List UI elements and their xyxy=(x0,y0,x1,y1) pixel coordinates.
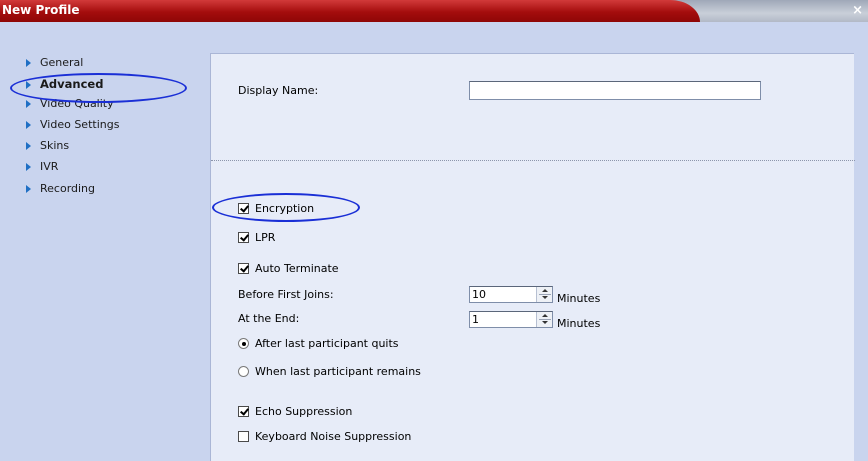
settings-panel: Display Name: Encryption LPR Auto Termin… xyxy=(210,53,855,461)
radio-unselected-icon xyxy=(238,366,249,377)
sidebar-item-skins[interactable]: Skins xyxy=(26,137,70,153)
sidebar-item-recording[interactable]: Recording xyxy=(26,180,96,196)
chevron-right-icon xyxy=(26,185,31,193)
when-last-remains-label: When last participant remains xyxy=(255,365,421,378)
close-icon[interactable]: × xyxy=(852,3,863,18)
sidebar-item-video-settings[interactable]: Video Settings xyxy=(26,116,120,132)
before-first-joins-spinner[interactable]: 10 xyxy=(469,286,553,303)
lpr-checkbox[interactable]: LPR xyxy=(238,231,275,244)
checkbox-unchecked-icon xyxy=(238,431,249,442)
before-first-joins-label: Before First Joins: xyxy=(238,288,334,301)
dialog-body: General Advanced Video Quality Video Set… xyxy=(0,22,868,461)
spinner-separator xyxy=(539,294,551,295)
arrow-down-icon[interactable] xyxy=(542,321,548,324)
sidebar-item-video-quality[interactable]: Video Quality xyxy=(26,95,114,111)
at-the-end-unit: Minutes xyxy=(557,317,601,330)
sidebar-item-label: General xyxy=(40,55,84,69)
lpr-label: LPR xyxy=(255,231,276,244)
spinner-separator xyxy=(539,319,551,320)
arrow-up-icon[interactable] xyxy=(542,289,548,292)
sidebar-item-label: Recording xyxy=(40,181,96,195)
arrow-up-icon[interactable] xyxy=(542,314,548,317)
display-name-input[interactable] xyxy=(469,81,761,100)
at-the-end-spinner[interactable]: 1 xyxy=(469,311,553,328)
checkbox-checked-icon xyxy=(238,263,249,274)
chevron-right-icon xyxy=(26,163,31,171)
chevron-right-icon xyxy=(26,59,31,67)
sidebar-item-label: Video Quality xyxy=(40,96,114,110)
title-tab: New Profile xyxy=(0,0,700,22)
sidebar-item-label: Skins xyxy=(40,138,70,152)
auto-terminate-label: Auto Terminate xyxy=(255,262,339,275)
radio-selected-icon xyxy=(238,338,249,349)
spinner-value: 1 xyxy=(472,313,479,326)
auto-terminate-checkbox[interactable]: Auto Terminate xyxy=(238,262,339,275)
sidebar-item-general[interactable]: General xyxy=(26,54,84,70)
encryption-label: Encryption xyxy=(255,202,315,215)
echo-suppression-label: Echo Suppression xyxy=(255,405,353,418)
echo-suppression-checkbox[interactable]: Echo Suppression xyxy=(238,405,352,418)
chevron-right-icon xyxy=(26,81,31,89)
sidebar-item-advanced[interactable]: Advanced xyxy=(26,76,104,92)
when-last-remains-radio[interactable]: When last participant remains xyxy=(238,365,421,378)
checkbox-checked-icon xyxy=(238,232,249,243)
keyboard-noise-checkbox[interactable]: Keyboard Noise Suppression xyxy=(238,430,411,443)
sidebar-nav: General Advanced Video Quality Video Set… xyxy=(8,22,208,461)
encryption-checkbox[interactable]: Encryption xyxy=(238,202,314,215)
at-the-end-label: At the End: xyxy=(238,312,300,325)
chevron-right-icon xyxy=(26,100,31,108)
after-last-quits-radio[interactable]: After last participant quits xyxy=(238,337,399,350)
sidebar-item-label: Video Settings xyxy=(40,117,120,131)
arrow-down-icon[interactable] xyxy=(542,296,548,299)
display-name-label: Display Name: xyxy=(238,84,319,97)
after-last-quits-label: After last participant quits xyxy=(255,337,399,350)
spinner-buttons[interactable] xyxy=(536,287,552,302)
spinner-buttons[interactable] xyxy=(536,312,552,327)
checkbox-checked-icon xyxy=(238,406,249,417)
before-first-joins-unit: Minutes xyxy=(557,292,601,305)
chevron-right-icon xyxy=(26,142,31,150)
checkbox-checked-icon xyxy=(238,203,249,214)
section-divider xyxy=(211,160,855,161)
sidebar-item-label: Advanced xyxy=(40,77,104,91)
sidebar-item-ivr[interactable]: IVR xyxy=(26,158,59,174)
title-bar: New Profile × xyxy=(0,0,868,22)
sidebar-item-label: IVR xyxy=(40,159,59,173)
chevron-right-icon xyxy=(26,121,31,129)
spinner-value: 10 xyxy=(472,288,486,301)
keyboard-noise-label: Keyboard Noise Suppression xyxy=(255,430,412,443)
window-title: New Profile xyxy=(2,3,80,17)
